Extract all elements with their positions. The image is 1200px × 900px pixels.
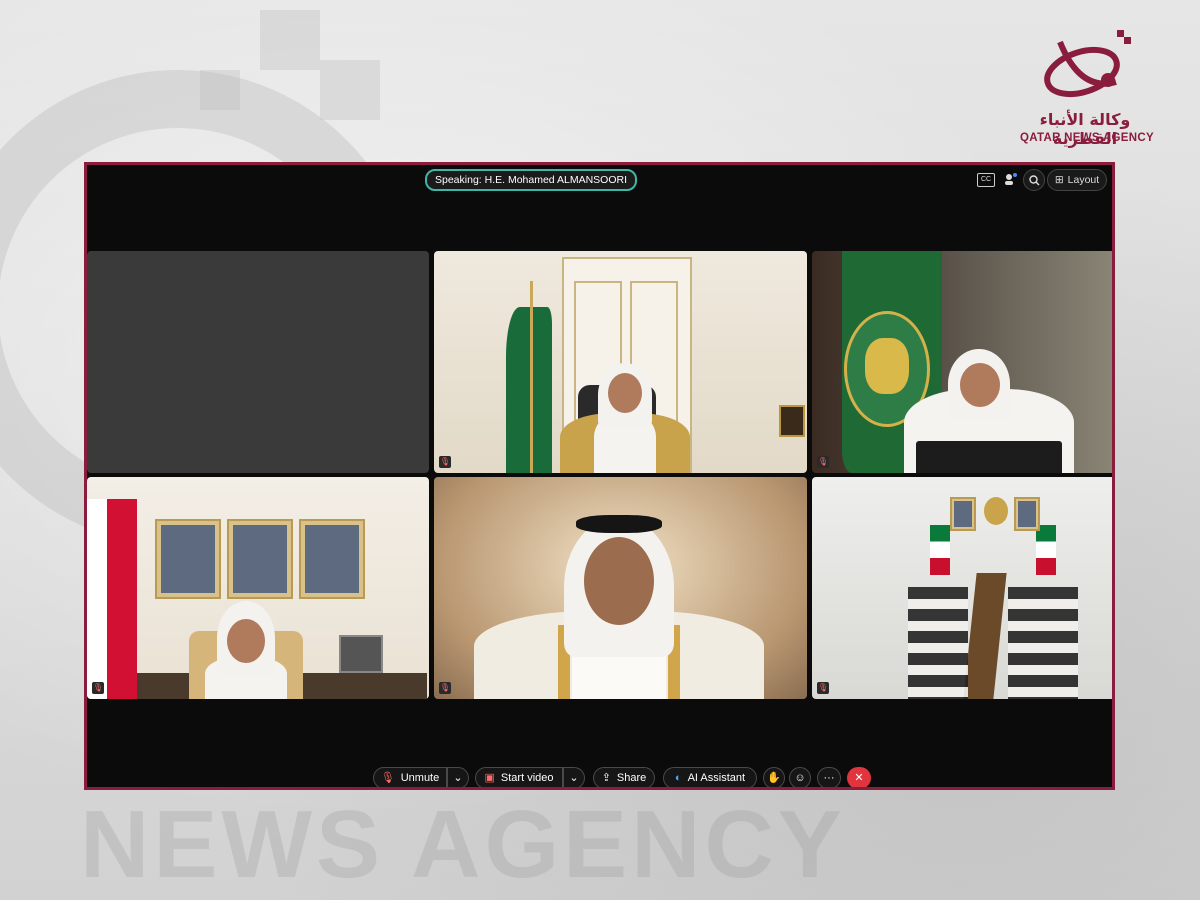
background-watermark-text: NEWS AGENCY (80, 791, 846, 898)
chevron-down-icon: ⌄ (453, 772, 463, 784)
video-tile-participant[interactable]: 🎙 (87, 477, 429, 699)
laptop (916, 441, 1062, 473)
portrait-frame (950, 497, 976, 531)
layout-icon: ⊞ (1054, 174, 1064, 186)
portrait-frame (299, 519, 365, 599)
background-square (260, 10, 320, 70)
portrait-frame (155, 519, 221, 599)
unmute-button[interactable]: 🎙 Unmute (373, 767, 447, 787)
kuwait-emblem-icon (984, 497, 1008, 525)
chevron-down-icon: ⌄ (569, 772, 579, 784)
active-speaker-label: Speaking: H.E. Mohamed ALMANSOORI (425, 169, 637, 191)
flag (1036, 525, 1056, 575)
portrait-frame (227, 519, 293, 599)
layout-button[interactable]: ⊞ Layout (1047, 169, 1107, 191)
portrait-frame (1014, 497, 1040, 531)
emoji-icon: ☺ (794, 772, 806, 784)
background-square (320, 60, 380, 120)
participants-icon[interactable] (1002, 169, 1018, 189)
layout-label: Layout (1067, 174, 1100, 186)
muted-icon: 🎙 (439, 456, 451, 468)
ai-assistant-button[interactable]: ◐ AI Assistant (663, 767, 757, 787)
video-tile-empty[interactable] (87, 251, 429, 473)
zoom-icon[interactable] (1023, 169, 1045, 191)
share-button[interactable]: ⇪ Share (593, 767, 655, 787)
video-tile-participant[interactable]: 🎙 (434, 251, 807, 473)
share-label: Share (616, 772, 647, 784)
meeting-toolbar: 🎙 Unmute ⌄ ▣ Start video ⌄ ⇪ Share ◐ AI … (87, 765, 1112, 787)
unmute-label: Unmute (400, 772, 440, 784)
flag (87, 499, 137, 699)
start-video-button[interactable]: ▣ Start video (475, 767, 563, 787)
qna-logo: وكالة الأنباء القطرية QATAR NEWS AGENCY (1020, 22, 1154, 148)
ai-assistant-label: AI Assistant (687, 772, 746, 784)
qna-emblem-icon (1044, 30, 1131, 98)
more-options-button[interactable]: ··· (817, 767, 841, 787)
flag (506, 307, 552, 473)
video-conference-window: Speaking: H.E. Mohamed ALMANSOORI CC ⊞ L… (84, 162, 1115, 790)
muted-icon: 🎙 (439, 682, 451, 694)
share-screen-icon: ⇪ (601, 772, 611, 784)
meeting-table (963, 573, 1007, 699)
background-square (200, 70, 240, 110)
camera-off-icon: ▣ (484, 772, 495, 784)
participant-figure (560, 363, 690, 473)
hand-icon: ✋ (767, 772, 781, 784)
close-icon: ✕ (854, 772, 864, 784)
ai-assistant-icon: ◐ (674, 772, 682, 784)
logo-english-text: QATAR NEWS AGENCY (1020, 132, 1154, 144)
raise-hand-button[interactable]: ✋ (763, 767, 785, 787)
muted-icon: 🎙 (817, 682, 829, 694)
participant-figure (474, 515, 764, 699)
video-options-button[interactable]: ⌄ (563, 767, 585, 787)
muted-icon: 🎙 (92, 682, 104, 694)
flag (930, 525, 950, 575)
start-video-label: Start video (500, 772, 554, 784)
microphone-muted-icon: 🎙 (380, 772, 395, 784)
video-tile-participant[interactable]: 🎙 (812, 477, 1112, 699)
desk-frame (339, 635, 383, 673)
video-tile-participant[interactable]: 🎙 (812, 251, 1112, 473)
reactions-button[interactable]: ☺ (789, 767, 811, 787)
more-icon: ··· (823, 772, 835, 784)
closed-captions-icon[interactable]: CC (977, 173, 995, 187)
video-tile-participant[interactable]: 🎙 (434, 477, 807, 699)
end-call-button[interactable]: ✕ (847, 767, 871, 787)
participant-figure (181, 601, 311, 699)
muted-icon: 🎙 (817, 456, 829, 468)
audio-options-button[interactable]: ⌄ (447, 767, 469, 787)
